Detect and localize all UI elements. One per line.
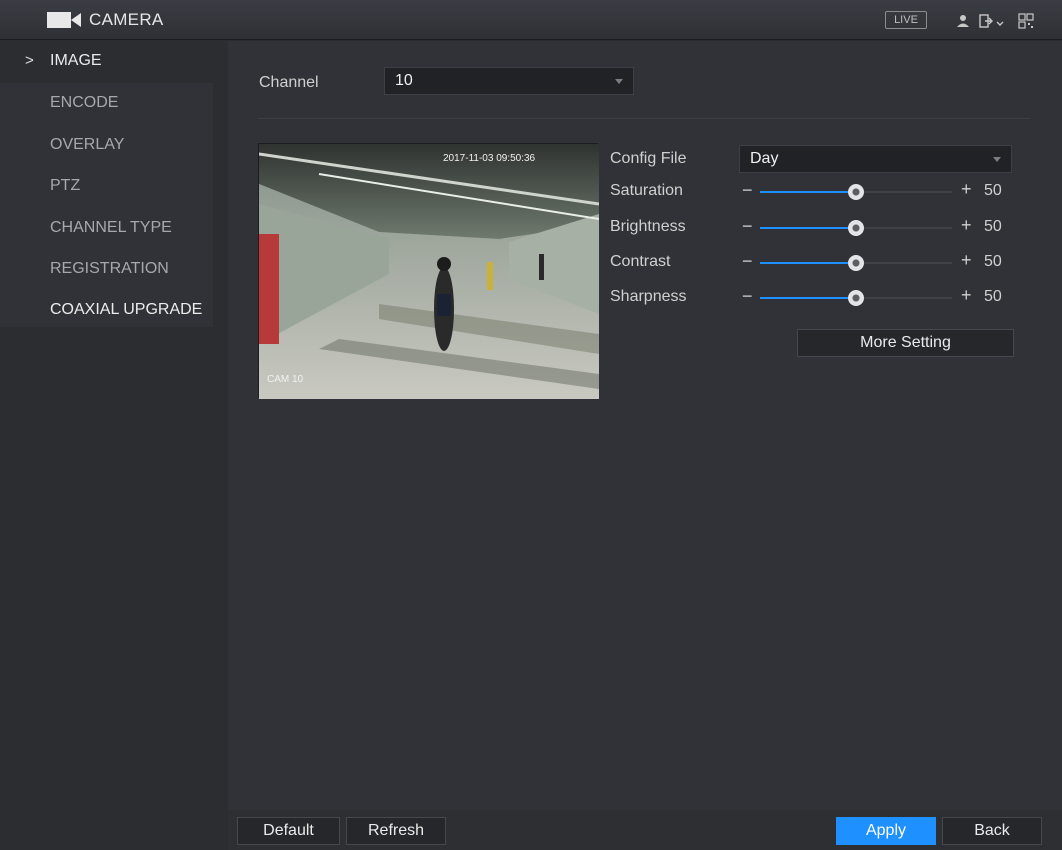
channel-select[interactable]: 10: [384, 67, 634, 95]
plus-icon[interactable]: +: [961, 250, 972, 271]
slider-fill: [760, 191, 856, 193]
plus-icon[interactable]: +: [961, 285, 972, 306]
sidebar-item-label: REGISTRATION: [50, 260, 169, 277]
sharpness-slider[interactable]: Sharpness − + 50: [610, 284, 1010, 312]
back-button[interactable]: Back: [942, 817, 1042, 845]
default-button[interactable]: Default: [237, 817, 340, 845]
config-file-value: Day: [750, 150, 779, 167]
channel-label: Channel: [259, 74, 319, 91]
preview-camera-label: CAM 10: [267, 374, 304, 385]
config-file-label: Config File: [610, 150, 687, 167]
camera-preview: 2017-11-03 09:50:36 CAM 10: [258, 143, 599, 399]
channel-value: 10: [395, 72, 413, 89]
slider-handle[interactable]: [848, 290, 864, 306]
slider-fill: [760, 297, 856, 299]
contrast-value: 50: [984, 253, 1002, 270]
plus-icon[interactable]: +: [961, 179, 972, 200]
sidebar: > IMAGE ENCODE OVERLAY PTZ CHANNEL TYPE …: [0, 41, 228, 850]
brightness-slider[interactable]: Brightness − + 50: [610, 214, 1010, 242]
minus-icon[interactable]: −: [742, 286, 753, 307]
slider-handle[interactable]: [848, 255, 864, 271]
dropdown-arrow-icon: [993, 157, 1001, 162]
slider-handle[interactable]: [848, 184, 864, 200]
sidebar-item-overlay[interactable]: OVERLAY: [0, 125, 213, 165]
slider-handle[interactable]: [848, 220, 864, 236]
sharpness-label: Sharpness: [610, 288, 687, 305]
slider-track: [856, 297, 952, 299]
minus-icon[interactable]: −: [742, 251, 753, 272]
slider-track: [856, 227, 952, 229]
saturation-value: 50: [984, 182, 1002, 199]
saturation-slider[interactable]: Saturation − + 50: [610, 178, 1010, 206]
saturation-label: Saturation: [610, 182, 683, 199]
title-bar: CAMERA LIVE: [0, 0, 1062, 40]
contrast-slider[interactable]: Contrast − + 50: [610, 249, 1010, 277]
minus-icon[interactable]: −: [742, 216, 753, 237]
brightness-label: Brightness: [610, 218, 686, 235]
sidebar-item-image[interactable]: > IMAGE: [0, 41, 213, 81]
slider-fill: [760, 262, 856, 264]
chevron-down-icon[interactable]: [995, 12, 1005, 30]
sidebar-item-label: OVERLAY: [50, 136, 125, 153]
sidebar-item-ptz[interactable]: PTZ: [0, 166, 213, 206]
divider: [258, 118, 1030, 119]
qr-code-icon[interactable]: [1017, 12, 1035, 30]
sidebar-item-encode[interactable]: ENCODE: [0, 83, 213, 123]
contrast-label: Contrast: [610, 253, 671, 270]
slider-track: [856, 262, 952, 264]
brightness-value: 50: [984, 218, 1002, 235]
sidebar-item-channel-type[interactable]: CHANNEL TYPE: [0, 208, 213, 248]
page-title: CAMERA: [89, 10, 164, 29]
preview-image: 2017-11-03 09:50:36 CAM 10: [259, 144, 599, 399]
config-file-select[interactable]: Day: [739, 145, 1012, 173]
preview-timestamp: 2017-11-03 09:50:36: [443, 153, 536, 164]
sharpness-value: 50: [984, 288, 1002, 305]
sidebar-item-label: COAXIAL UPGRADE: [50, 301, 203, 318]
camera-icon: [47, 12, 81, 28]
refresh-button[interactable]: Refresh: [346, 817, 446, 845]
logout-icon[interactable]: [978, 12, 996, 30]
minus-icon[interactable]: −: [742, 180, 753, 201]
more-setting-button[interactable]: More Setting: [797, 329, 1014, 357]
sidebar-item-coaxial-upgrade[interactable]: COAXIAL UPGRADE: [0, 290, 213, 330]
dropdown-arrow-icon: [615, 79, 623, 84]
apply-button[interactable]: Apply: [836, 817, 936, 845]
user-icon[interactable]: [954, 12, 972, 30]
sidebar-item-label: CHANNEL TYPE: [50, 219, 172, 236]
sidebar-item-label: IMAGE: [50, 52, 102, 69]
live-button[interactable]: LIVE: [885, 11, 927, 29]
plus-icon[interactable]: +: [961, 215, 972, 236]
sidebar-item-label: ENCODE: [50, 94, 119, 111]
sidebar-item-registration[interactable]: REGISTRATION: [0, 249, 213, 289]
chevron-right-icon: >: [25, 52, 34, 69]
slider-track: [856, 191, 952, 193]
slider-fill: [760, 227, 856, 229]
sidebar-item-label: PTZ: [50, 177, 81, 194]
